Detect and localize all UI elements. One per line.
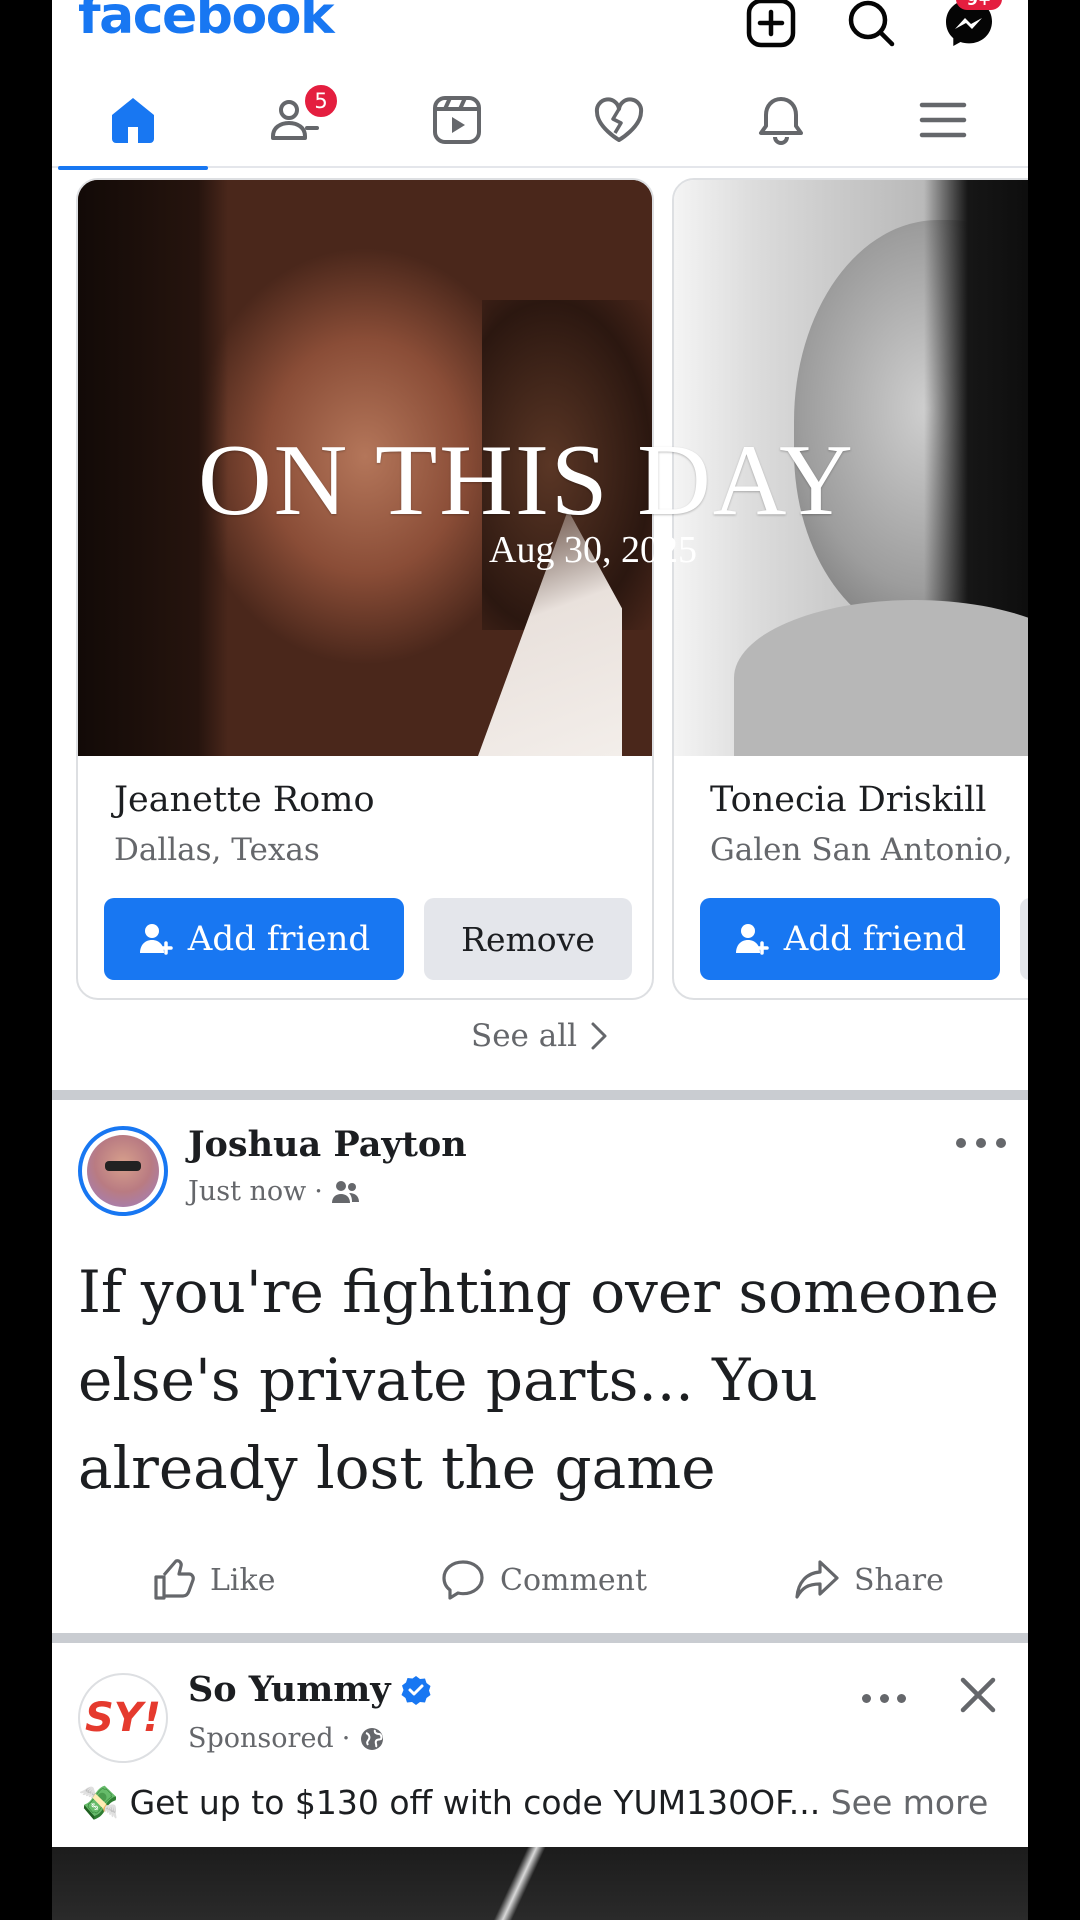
post-more-options-icon[interactable]: [956, 1128, 1006, 1158]
thumbs-up-icon: [154, 1559, 195, 1600]
messenger-icon[interactable]: 9+: [940, 0, 1002, 52]
post-text: If you're fighting over someone else's p…: [78, 1258, 1000, 1502]
chevron-right-icon: [591, 1022, 607, 1050]
sponsored-label[interactable]: Sponsored: [188, 1723, 334, 1754]
add-person-icon: [735, 924, 769, 955]
close-icon[interactable]: [948, 1665, 1008, 1725]
like-button[interactable]: Like: [152, 1540, 275, 1620]
tab-home[interactable]: [52, 72, 214, 170]
top-bar: facebook 9+: [52, 0, 1028, 60]
post-meta: Just now ·: [188, 1176, 361, 1207]
like-label: Like: [210, 1562, 276, 1598]
create-post-icon[interactable]: [742, 0, 800, 52]
messenger-badge: 9+: [956, 0, 1002, 10]
money-emoji-icon: 💸: [78, 1783, 120, 1822]
people-you-may-know-carousel: Jeanette Romo Dallas, Texas Add friend R…: [52, 170, 1028, 1100]
comment-button[interactable]: Comment: [440, 1540, 647, 1620]
home-icon: [112, 98, 154, 143]
tab-menu[interactable]: [862, 72, 1024, 168]
comment-label: Comment: [500, 1562, 648, 1598]
person-location: Galen San Antonio,: [710, 832, 1013, 868]
sponsored-post: SY! So Yummy Sponsored · 💸 Get up to $13…: [52, 1643, 1028, 1920]
tab-bar: 5: [52, 72, 1028, 170]
add-friend-label: Add friend: [187, 919, 371, 959]
on-this-day-date: Aug 30, 2025: [489, 529, 697, 571]
post-author[interactable]: Joshua Payton: [188, 1124, 467, 1165]
see-all-label: See all: [470, 1018, 578, 1054]
feed-divider: [52, 1090, 1028, 1100]
person-card[interactable]: Tonecia Driskill Galen San Antonio, Add …: [672, 178, 1028, 1000]
verified-badge-icon: [401, 1675, 431, 1705]
share-label: Share: [854, 1562, 944, 1598]
add-friend-label: Add friend: [783, 919, 967, 959]
friend-requests-badge: 5: [302, 82, 340, 120]
friends-audience-icon: [331, 1180, 359, 1203]
person-name[interactable]: Tonecia Driskill: [710, 780, 986, 820]
feed-divider: [52, 1633, 1028, 1643]
search-icon[interactable]: [842, 0, 900, 52]
advertiser-name-row: So Yummy: [188, 1669, 431, 1710]
facebook-logo[interactable]: facebook: [78, 0, 335, 46]
hamburger-menu-icon: [919, 102, 967, 138]
tab-friends[interactable]: 5: [214, 72, 376, 168]
advertiser-logo[interactable]: SY!: [78, 1673, 168, 1763]
advertiser-name[interactable]: So Yummy: [188, 1669, 391, 1710]
ad-text: 💸 Get up to $130 off with code YUM130OF.…: [78, 1783, 1018, 1823]
ad-media[interactable]: [52, 1847, 1028, 1920]
person-card[interactable]: Jeanette Romo Dallas, Texas Add friend R…: [76, 178, 654, 1000]
ad-more-options-icon[interactable]: [862, 1683, 906, 1713]
see-all-link[interactable]: See all: [52, 1018, 1028, 1054]
tab-video[interactable]: [376, 72, 538, 168]
on-this-day-title: ON THIS DAY: [198, 424, 855, 537]
ad-meta: Sponsored ·: [188, 1723, 386, 1754]
post-time[interactable]: Just now: [188, 1176, 306, 1207]
person-location: Dallas, Texas: [114, 832, 320, 868]
globe-icon: [361, 1727, 384, 1750]
avatar[interactable]: [78, 1126, 168, 1216]
see-more-link[interactable]: See more: [831, 1783, 989, 1822]
meta-separator: ·: [314, 1176, 323, 1207]
add-friend-button[interactable]: Add friend: [700, 898, 1000, 980]
ad-body: Get up to $130 off with code YUM130OF...: [129, 1783, 821, 1822]
share-button[interactable]: Share: [794, 1540, 944, 1620]
remove-button[interactable]: [1020, 898, 1028, 980]
add-friend-button[interactable]: Add friend: [104, 898, 404, 980]
person-name[interactable]: Jeanette Romo: [114, 780, 375, 820]
comment-icon: [442, 1560, 484, 1600]
tab-notifications[interactable]: [700, 72, 862, 168]
heart-icon: [594, 97, 644, 142]
post-actions: Like Comment Share: [52, 1540, 1028, 1620]
video-icon: [433, 96, 481, 144]
bell-icon: [759, 97, 803, 145]
share-icon: [795, 1560, 839, 1599]
facebook-app: facebook 9+ 5: [52, 0, 1028, 1920]
tab-dating[interactable]: [538, 72, 700, 168]
remove-button[interactable]: Remove: [424, 898, 632, 980]
feed-post: Joshua Payton Just now · If you're fight…: [52, 1100, 1028, 1633]
add-person-icon: [139, 924, 173, 955]
